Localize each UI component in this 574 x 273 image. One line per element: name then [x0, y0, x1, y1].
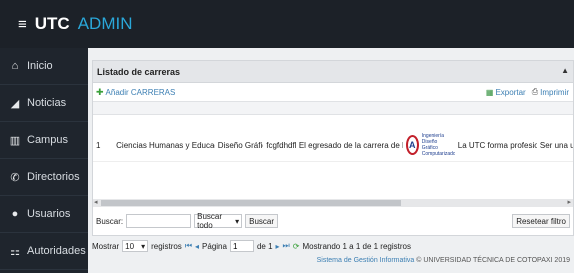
brand-main: UTC	[34, 14, 70, 33]
reset-filter-button[interactable]: Resetear filtro	[512, 214, 570, 228]
cell-logo: A Ingeniería Diseño Gráfico Computarizad…	[403, 133, 455, 157]
export-label: Exportar	[495, 87, 526, 97]
cell-id: 1	[96, 140, 101, 150]
sidebar-item-directorios[interactable]: ✆ Directorios	[0, 159, 88, 196]
top-bar: ≡ UTC ADMIN	[0, 0, 574, 48]
print-button[interactable]: ⎙ Imprimir	[532, 87, 569, 97]
search-button[interactable]: Buscar	[245, 214, 279, 228]
print-label: Imprimir	[540, 87, 569, 97]
panel-header: Listado de carreras ▲	[93, 61, 573, 83]
footer: Sistema de Gestión Informativa © UNIVERS…	[317, 257, 570, 264]
scrollbar-thumb[interactable]	[101, 200, 401, 206]
cell-vision: Ser una univ	[539, 140, 573, 150]
user-icon: ●	[11, 208, 19, 220]
panel-title: Listado de carreras	[97, 66, 181, 77]
sidebar: ⌂ Inicio ◢ Noticias ▥ Campus ✆ Directori…	[0, 48, 88, 273]
brand[interactable]: ≡ UTC ADMIN	[18, 14, 133, 34]
phone-icon: ✆	[10, 171, 20, 184]
sitemap-icon: ⚏	[10, 245, 20, 258]
career-logo-image: A	[405, 135, 419, 155]
add-career-label: Añadir CARRERAS	[105, 87, 176, 97]
show-label: Mostrar	[92, 241, 120, 251]
sidebar-item-label: Autoridades	[27, 245, 86, 257]
page-label: Página	[202, 241, 227, 251]
horizontal-scrollbar[interactable]: ◂ ▸	[93, 199, 573, 207]
chevron-down-icon: ▾	[235, 216, 240, 226]
page-count: de 1	[256, 241, 273, 251]
export-button[interactable]: ▦ Exportar	[486, 87, 526, 97]
sidebar-item-label: Inicio	[27, 60, 53, 72]
sidebar-item-label: Noticias	[27, 97, 67, 109]
brand-accent: ADMIN	[77, 14, 133, 33]
grid-toolbar: ✚ Añadir CARRERAS ▦ Exportar ⎙ Imprimir	[93, 83, 573, 101]
add-career-button[interactable]: ✚ Añadir CARRERAS	[96, 87, 175, 98]
hamburger-icon[interactable]: ≡	[18, 16, 27, 33]
footer-link[interactable]: Sistema de Gestión Informativa	[317, 257, 415, 264]
page-number-input[interactable]	[229, 240, 254, 252]
sidebar-item-noticias[interactable]: ◢ Noticias	[0, 85, 88, 122]
cell-faculty: Ciencias Humanas y Educación	[116, 140, 215, 150]
search-scope-select[interactable]: Buscar todo ▾	[194, 212, 243, 230]
page-size-select[interactable]: 10 ▾	[122, 240, 149, 252]
sidebar-item-label: Directorios	[27, 171, 80, 183]
next-page-icon[interactable]: ▸	[276, 242, 280, 251]
main-content: Listado de carreras ▲ ✚ Añadir CARRERAS …	[88, 48, 574, 273]
scroll-left-icon[interactable]: ◂	[94, 198, 98, 206]
search-label: Buscar:	[96, 216, 124, 226]
scroll-right-icon[interactable]: ▸	[567, 198, 571, 206]
last-page-icon[interactable]: ⏭	[283, 241, 290, 251]
logo-caption: Ingeniería Diseño Gráfico Computarizado	[421, 133, 455, 157]
search-scope-value: Buscar todo	[197, 212, 223, 230]
sidebar-item-campus[interactable]: ▥ Campus	[0, 122, 88, 159]
table-row[interactable]: 1 Ciencias Humanas y Educación Diseño Gr…	[93, 129, 573, 162]
cell-profile: El egresado de la carrera de Diseño...	[298, 140, 403, 150]
records-summary: Mostrando 1 a 1 de 1 registros	[302, 241, 411, 251]
plus-circle-icon: ✚	[96, 86, 104, 97]
megaphone-icon: ◢	[10, 97, 20, 110]
sidebar-item-label: Campus	[27, 134, 68, 146]
page-size-value: 10	[125, 241, 135, 251]
sidebar-item-inicio[interactable]: ⌂ Inicio	[0, 48, 88, 85]
prev-page-icon[interactable]: ◂	[195, 242, 199, 251]
bank-icon: ▥	[9, 134, 21, 147]
sidebar-item-label: Usuarios	[27, 208, 71, 220]
footer-copyright: © UNIVERSIDAD TÉCNICA DE COTOPAXI 2019	[416, 257, 570, 264]
collapse-icon[interactable]: ▲	[561, 66, 569, 75]
table-header	[93, 101, 573, 115]
sidebar-item-autoridades[interactable]: ⚏ Autoridades	[0, 233, 88, 270]
first-page-icon[interactable]: ⏮	[185, 241, 192, 251]
chevron-down-icon: ▾	[141, 241, 146, 251]
home-icon: ⌂	[11, 60, 19, 72]
printer-icon: ⎙	[531, 87, 539, 96]
careers-panel: Listado de carreras ▲ ✚ Añadir CARRERAS …	[92, 60, 574, 236]
search-bar: Buscar: Buscar todo ▾ Buscar Resetear fil…	[93, 211, 573, 231]
cell-career: Diseño Gráfico	[217, 140, 263, 150]
records-label: registros	[151, 241, 182, 251]
cell-code: fcgfdhdfh	[266, 140, 296, 150]
pagination-bar: Mostrar 10▾ registros ⏮ ◂ Página de 1 ▸ …	[92, 239, 574, 253]
cell-mission: La UTC forma profesionales de...	[457, 140, 537, 150]
refresh-icon[interactable]: ⟳	[293, 242, 300, 251]
excel-icon: ▦	[485, 87, 494, 97]
sidebar-item-usuarios[interactable]: ● Usuarios	[0, 196, 88, 233]
search-input[interactable]	[126, 214, 192, 228]
